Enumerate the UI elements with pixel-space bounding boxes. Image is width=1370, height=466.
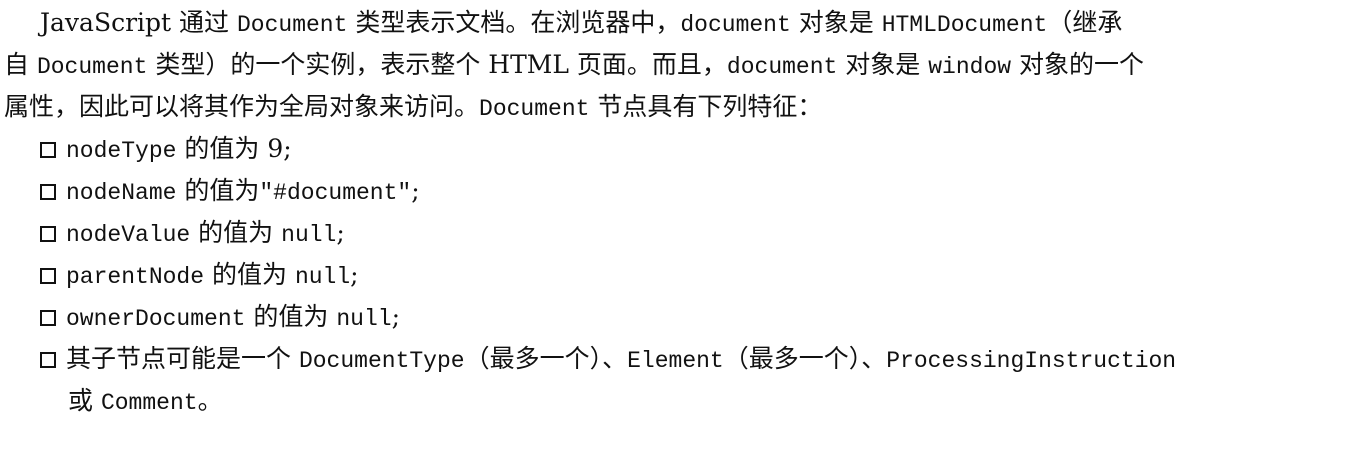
list-item: nodeType 的值为 9;: [0, 128, 1370, 170]
body-text: 对象是: [790, 8, 882, 37]
code-text: document: [726, 54, 838, 80]
checkbox-bullet-icon: [40, 310, 56, 326]
code-text: Document: [236, 12, 348, 38]
body-text: ;: [336, 218, 345, 247]
body-text: （最多一个）、: [464, 344, 628, 373]
intro-paragraph: JavaScript 通过 Document 类型表示文档。在浏览器中，docu…: [0, 2, 1370, 128]
code-text: document: [680, 12, 791, 38]
checkbox-bullet-icon: [40, 142, 56, 158]
body-text: 的值为 9;: [176, 134, 292, 163]
feature-list: nodeType 的值为 9; nodeName 的值为"#document"; n…: [0, 128, 1370, 422]
document-page: JavaScript 通过 Document 类型表示文档。在浏览器中，docu…: [0, 0, 1370, 422]
code-text: nodeValue: [66, 222, 191, 248]
code-text: ProcessingInstruction: [886, 348, 1177, 374]
code-text: nodeType: [66, 138, 177, 164]
list-item: nodeName 的值为"#document";: [0, 170, 1370, 212]
body-text: 其子节点可能是一个: [66, 344, 299, 373]
checkbox-bullet-icon: [40, 268, 56, 284]
list-item: 其子节点可能是一个 DocumentType（最多一个）、Element（最多一…: [0, 338, 1370, 422]
body-text: （继承: [1047, 8, 1123, 37]
checkbox-bullet-icon: [40, 184, 56, 200]
body-text: ;: [350, 260, 359, 289]
code-text: ownerDocument: [66, 306, 246, 332]
code-text: null: [336, 306, 392, 332]
checkbox-bullet-icon: [40, 352, 56, 368]
list-item: parentNode 的值为 null;: [0, 254, 1370, 296]
code-text: nodeName: [66, 180, 177, 206]
code-text: Comment: [100, 390, 198, 416]
body-text: ;: [411, 176, 420, 205]
list-item: ownerDocument 的值为 null;: [0, 296, 1370, 338]
body-text: JavaScript 通过: [40, 8, 237, 37]
paragraph-line: 属性，因此可以将其作为全局对象来访问。Document 节点具有下列特征：: [0, 86, 1370, 128]
body-text: 的值为: [245, 302, 337, 331]
body-text: 的值为: [204, 260, 295, 289]
code-text: Document: [36, 54, 148, 80]
code-text: Element: [627, 348, 724, 374]
code-text: Document: [479, 96, 590, 122]
code-text: window: [928, 54, 1012, 80]
body-text: ;: [391, 302, 400, 331]
body-text: 的值为: [176, 176, 260, 205]
checkbox-bullet-icon: [40, 226, 56, 242]
code-text: null: [294, 264, 351, 290]
paragraph-line: JavaScript 通过 Document 类型表示文档。在浏览器中，docu…: [0, 2, 1370, 44]
body-text: （最多一个）、: [723, 344, 887, 373]
body-text: 类型）的一个实例，表示整个 HTML 页面。而且，: [147, 50, 727, 79]
body-text: 自: [4, 50, 37, 79]
code-text: null: [281, 222, 337, 248]
body-text: 。: [197, 386, 223, 415]
list-item: nodeValue 的值为 null;: [0, 212, 1370, 254]
code-text: parentNode: [66, 264, 205, 290]
body-text: 对象的一个: [1011, 50, 1145, 79]
code-text: "#document": [259, 180, 412, 206]
paragraph-line: 自 Document 类型）的一个实例，表示整个 HTML 页面。而且，docu…: [0, 44, 1370, 86]
body-text: 属性，因此可以将其作为全局对象来访问。: [4, 92, 480, 121]
body-text: 的值为: [190, 218, 282, 247]
body-text: 类型表示文档。在浏览器中，: [347, 8, 681, 37]
body-text: 节点具有下列特征：: [589, 92, 823, 121]
code-text: DocumentType: [298, 348, 465, 374]
code-text: HTMLDocument: [881, 12, 1048, 38]
body-text: 或: [68, 386, 101, 415]
body-text: 对象是: [837, 50, 929, 79]
